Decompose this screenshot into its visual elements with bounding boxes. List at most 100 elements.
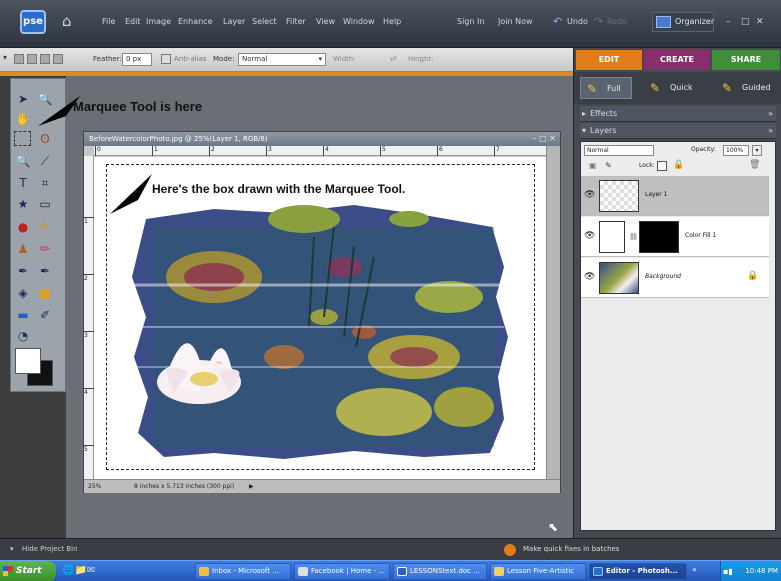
link-icon[interactable]: ⛓ xyxy=(629,233,638,241)
tool-preset-chevron-icon[interactable]: ▾ xyxy=(3,53,7,62)
menu-view[interactable]: View xyxy=(316,17,335,26)
trash-icon[interactable]: 🗑 xyxy=(749,160,760,170)
subtab-full[interactable]: ✎ Full xyxy=(580,77,632,99)
menu-filter[interactable]: Filter xyxy=(286,17,306,26)
layers-panel-header[interactable]: ▾ Layers » xyxy=(580,123,776,139)
undo-icon[interactable]: ↶ xyxy=(553,15,562,28)
vertical-scrollbar[interactable] xyxy=(546,146,560,479)
gradient-tool-icon[interactable]: ■ xyxy=(36,284,54,302)
maximize-icon[interactable]: □ xyxy=(741,17,750,27)
mode-select[interactable]: Normal ▾ xyxy=(238,53,326,66)
tab-share[interactable]: SHARE xyxy=(712,50,780,70)
opacity-chevron-icon[interactable]: ▾ xyxy=(752,145,762,156)
subtab-guided[interactable]: ✎ Guided xyxy=(716,77,778,99)
join-now-link[interactable]: Join Now xyxy=(498,17,533,26)
document-title-bar[interactable]: BeforeWatercolorPhoto.jpg @ 25%(Layer 1,… xyxy=(84,132,560,146)
cookie-cutter-tool-icon[interactable]: ★ xyxy=(14,195,32,213)
panel-menu-icon[interactable]: » xyxy=(768,106,773,122)
foreground-color-swatch[interactable] xyxy=(15,348,41,374)
new-selection-icon[interactable] xyxy=(14,54,24,64)
taskbar-item-editor[interactable]: Editor - Photosh... xyxy=(589,563,687,580)
eyedropper-tool-icon[interactable]: ⟋ xyxy=(36,152,54,170)
lock-transparency-checkbox[interactable] xyxy=(657,161,667,171)
start-button[interactable]: Start xyxy=(0,561,56,581)
subtab-quick[interactable]: ✎ Quick xyxy=(644,77,702,99)
system-tray: ▪▮ 10:48 PM xyxy=(720,561,781,581)
effects-panel-header[interactable]: ▸ Effects » xyxy=(580,106,776,122)
pencil-tool-icon[interactable]: ✏ xyxy=(36,240,54,258)
menu-image[interactable]: Image xyxy=(146,17,171,26)
eye-icon[interactable]: 👁 xyxy=(584,272,595,283)
menu-edit[interactable]: Edit xyxy=(125,17,141,26)
intersect-selection-icon[interactable] xyxy=(53,54,63,64)
panel-menu-icon[interactable]: » xyxy=(768,123,773,139)
document-window-controls[interactable]: – □ ✕ xyxy=(533,132,556,146)
tip-text[interactable]: Make quick fixes in batches xyxy=(523,545,619,553)
brush-icon[interactable]: ✎ xyxy=(605,161,612,170)
close-icon[interactable]: ✕ xyxy=(756,17,764,27)
type-tool-icon[interactable]: T xyxy=(14,174,32,192)
collapse-bin-icon[interactable]: ▾ xyxy=(10,545,14,553)
feather-input[interactable]: 0 px xyxy=(122,53,152,66)
red-eye-tool-icon[interactable]: ● xyxy=(14,218,32,236)
menu-help[interactable]: Help xyxy=(383,17,401,26)
taskbar-item-lessonstext[interactable]: LESSONStext.doc ... xyxy=(393,563,487,580)
taskbar-item-facebook[interactable]: Facebook | Home - ... xyxy=(294,563,390,580)
app-logo[interactable]: pse xyxy=(20,10,46,34)
chevron-down-icon: ▾ xyxy=(318,55,322,63)
move-tool-icon[interactable]: ➤ xyxy=(14,90,32,108)
tab-edit[interactable]: EDIT xyxy=(576,50,642,70)
quick-launch-icons[interactable]: 🌐📁✉ xyxy=(62,565,95,576)
layer-row-layer-1[interactable]: 👁 Layer 1 xyxy=(581,176,769,216)
anti-alias-checkbox[interactable] xyxy=(161,54,171,64)
layer-row-background[interactable]: 👁 Background 🔒 xyxy=(581,258,769,298)
opacity-input[interactable]: 100% xyxy=(723,145,749,156)
hand-tool-icon[interactable]: ✋ xyxy=(14,110,32,128)
layers-panel: Normal Opacity: 100% ▾ ▣ ✎ Lock: 🔒 🗑 👁 L… xyxy=(580,141,776,531)
shape-tool-icon[interactable]: ▬ xyxy=(14,306,32,324)
tray-icons[interactable]: ▪▮ xyxy=(723,561,733,581)
lock-icon[interactable]: 🔒 xyxy=(673,160,684,170)
menu-window[interactable]: Window xyxy=(343,17,375,26)
new-layer-icon[interactable]: ▣ xyxy=(589,161,597,170)
subtab-guided-label: Guided xyxy=(742,83,771,92)
straighten-tool-icon[interactable]: ▭ xyxy=(36,195,54,213)
sign-in-link[interactable]: Sign In xyxy=(457,17,484,26)
organizer-button[interactable]: Organizer xyxy=(652,12,714,32)
paint-bucket-tool-icon[interactable]: ◈ xyxy=(14,284,32,302)
eye-icon[interactable]: 👁 xyxy=(584,231,595,242)
sponge-tool-icon[interactable]: ◔ xyxy=(14,327,32,345)
undo-button[interactable]: Undo xyxy=(567,17,588,26)
brush-tool-icon[interactable]: ✒ xyxy=(14,262,32,280)
blur-tool-icon[interactable]: ✐ xyxy=(36,306,54,324)
taskbar-item-lesson-five[interactable]: Lesson Five-Artistic xyxy=(490,563,586,580)
clone-stamp-tool-icon[interactable]: ♟ xyxy=(14,240,32,258)
outlook-icon xyxy=(199,567,209,576)
healing-brush-tool-icon[interactable]: ✎ xyxy=(36,218,54,236)
hide-project-bin-button[interactable]: Hide Project Bin xyxy=(22,545,78,553)
zoom-level[interactable]: 25% xyxy=(88,480,101,494)
eye-icon[interactable]: 👁 xyxy=(584,190,595,201)
taskbar-item-inbox[interactable]: Inbox - Microsoft ... xyxy=(195,563,291,580)
menu-layer[interactable]: Layer xyxy=(223,17,245,26)
minimize-icon[interactable]: – xyxy=(726,17,731,27)
menu-enhance[interactable]: Enhance xyxy=(178,17,213,26)
menu-select[interactable]: Select xyxy=(252,17,277,26)
marquee-selection-box[interactable] xyxy=(106,164,535,470)
blend-mode-select[interactable]: Normal xyxy=(584,145,654,156)
subtract-selection-icon[interactable] xyxy=(40,54,50,64)
lasso-tool-icon[interactable]: ʘ xyxy=(36,130,54,148)
menu-file[interactable]: File xyxy=(102,17,115,26)
status-menu-arrow-icon[interactable]: ▶ xyxy=(249,480,254,494)
image-canvas[interactable] xyxy=(94,157,546,479)
home-icon[interactable]: ⌂ xyxy=(62,12,80,30)
quick-selection-tool-icon[interactable]: 🔍 xyxy=(14,152,32,170)
add-selection-icon[interactable] xyxy=(27,54,37,64)
layer-row-color-fill-1[interactable]: 👁 ⛓ Color Fill 1 xyxy=(581,217,769,257)
taskbar-expand-icon[interactable]: « xyxy=(692,565,697,574)
smart-brush-tool-icon[interactable]: ✒ xyxy=(36,262,54,280)
tab-create[interactable]: CREATE xyxy=(644,50,710,70)
clock[interactable]: 10:48 PM xyxy=(745,567,778,575)
crop-tool-icon[interactable]: ⌗ xyxy=(36,174,54,192)
marquee-tool-icon[interactable] xyxy=(14,131,31,146)
